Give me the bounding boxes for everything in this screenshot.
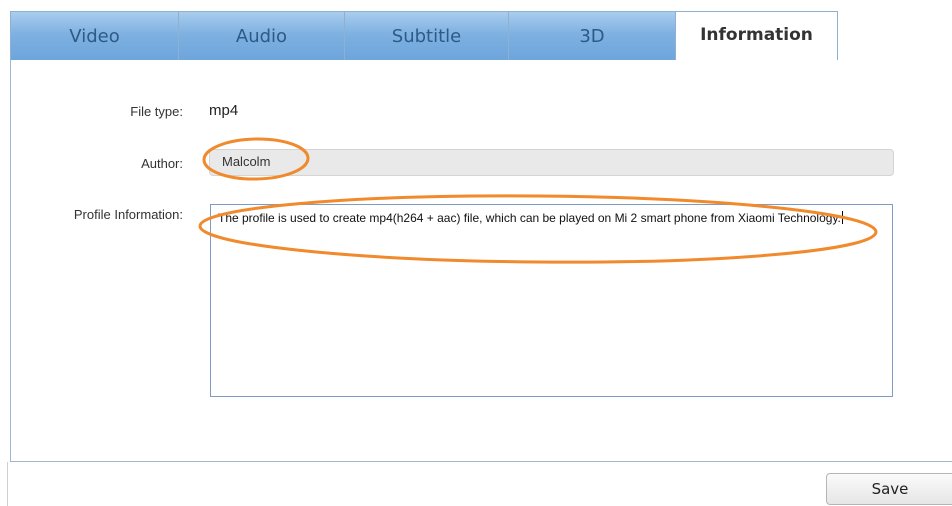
tab-3d[interactable]: 3D (508, 11, 676, 61)
file-type-label: File type: (130, 104, 183, 119)
tab-subtitle[interactable]: Subtitle (344, 11, 509, 61)
profile-information-label: Profile Information: (73, 207, 183, 222)
profile-information-textarea[interactable]: The profile is used to create mp4(h264 +… (210, 204, 893, 397)
profile-information-text: The profile is used to create mp4(h264 +… (218, 211, 841, 225)
file-type-value: mp4 (209, 102, 239, 119)
tab-bar: Video Audio Subtitle 3D Information (10, 11, 952, 62)
author-field[interactable]: Malcolm (209, 149, 894, 176)
text-caret (841, 211, 843, 224)
tab-audio[interactable]: Audio (178, 11, 345, 61)
save-button[interactable]: Save (826, 473, 952, 505)
author-label: Author: (141, 156, 183, 171)
tab-video[interactable]: Video (10, 11, 179, 61)
scroll-edge (7, 462, 8, 506)
tab-information[interactable]: Information (675, 11, 838, 62)
